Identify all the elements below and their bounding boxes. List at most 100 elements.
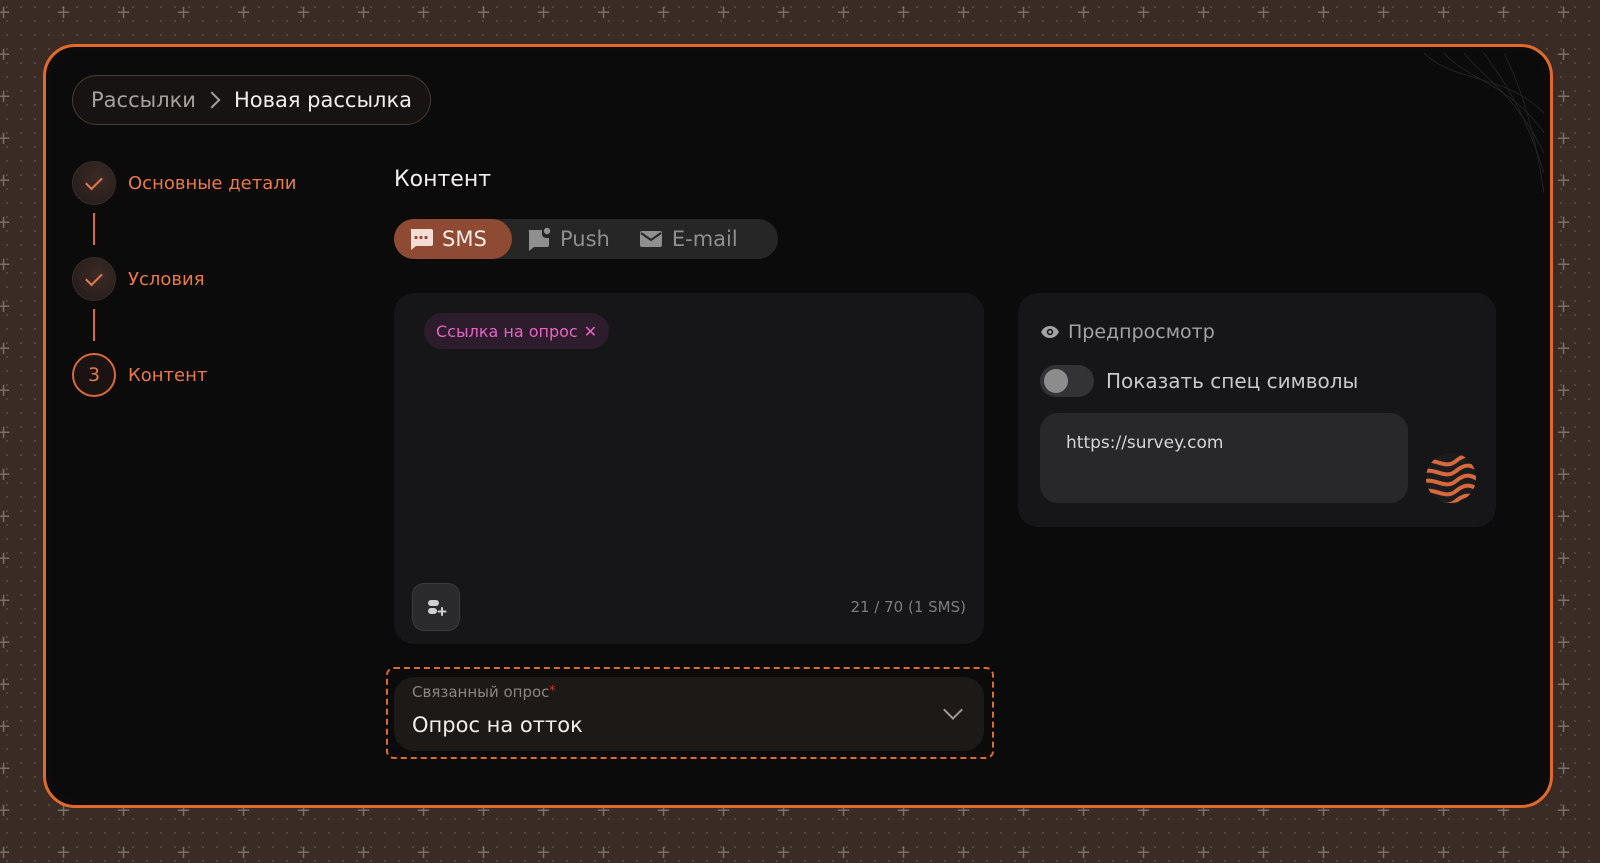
breadcrumb-current: Новая рассылка	[233, 88, 413, 112]
chevron-right-icon	[203, 91, 221, 109]
special-symbols-toggle[interactable]	[1040, 365, 1094, 397]
avatar-pattern	[1426, 453, 1476, 503]
plus-mark: +	[0, 128, 12, 149]
tab-sms[interactable]: SMS	[394, 219, 512, 259]
tab-email[interactable]: E-mail	[624, 219, 752, 259]
step-label: Контент	[128, 364, 208, 386]
plus-mark: +	[1556, 44, 1572, 65]
app-content: Рассылки Новая рассылка Основные детали …	[52, 53, 1544, 799]
plus-mark: +	[1556, 548, 1572, 569]
step-status-circle	[72, 161, 116, 205]
plus-mark: +	[176, 2, 192, 23]
plus-mark: +	[0, 800, 12, 821]
plus-mark: +	[1556, 212, 1572, 233]
plus-mark: +	[1556, 254, 1572, 275]
plus-mark: +	[836, 842, 852, 863]
plus-mark: +	[0, 548, 12, 569]
linked-survey-select[interactable]: Связанный опрос* Опрос на отток	[394, 677, 984, 751]
plus-mark: +	[296, 842, 312, 863]
plus-mark: +	[296, 2, 312, 23]
plus-mark: +	[0, 464, 12, 485]
message-bubble: https://survey.com	[1040, 413, 1408, 503]
plus-mark: +	[956, 842, 972, 863]
step-connector	[93, 309, 95, 341]
tab-label: Push	[560, 227, 610, 251]
plus-mark: +	[656, 842, 672, 863]
plus-mark: +	[1556, 170, 1572, 191]
preview-title: Предпросмотр	[1040, 321, 1215, 343]
survey-field-label: Связанный опрос*	[412, 683, 556, 701]
plus-mark: +	[1136, 2, 1152, 23]
plus-mark: +	[56, 842, 72, 863]
sms-icon	[410, 229, 433, 250]
plus-mark: +	[776, 2, 792, 23]
plus-mark: +	[1256, 2, 1272, 23]
plus-mark: +	[1556, 2, 1572, 23]
plus-mark: +	[716, 842, 732, 863]
plus-mark: +	[656, 2, 672, 23]
app-window: Рассылки Новая рассылка Основные детали …	[43, 44, 1553, 808]
plus-mark: +	[716, 2, 732, 23]
plus-mark: +	[1556, 296, 1572, 317]
eye-icon	[1041, 326, 1059, 338]
plus-mark: +	[1076, 842, 1092, 863]
plus-mark: +	[536, 842, 552, 863]
section-title: Контент	[394, 167, 492, 192]
character-counter: 21 / 70 (1 SMS)	[850, 598, 966, 616]
tab-label: SMS	[442, 227, 487, 251]
plus-mark: +	[0, 506, 12, 527]
message-text: https://survey.com	[1066, 433, 1224, 453]
variable-chip-survey-link[interactable]: Ссылка на опрос ✕	[424, 313, 610, 349]
step-conditions[interactable]: Условия	[72, 257, 372, 301]
step-basic-details[interactable]: Основные детали	[72, 161, 372, 205]
plus-mark: +	[116, 842, 132, 863]
chevron-down-icon[interactable]	[943, 700, 963, 720]
plus-mark: +	[1436, 2, 1452, 23]
check-icon	[85, 172, 103, 190]
plus-mark: +	[1016, 842, 1032, 863]
plus-mark: +	[1316, 842, 1332, 863]
plus-mark: +	[236, 842, 252, 863]
preview-panel: Предпросмотр Показать спец символы https…	[1018, 293, 1496, 527]
message-editor[interactable]: Ссылка на опрос ✕ 21 / 70 (1 SMS)	[394, 293, 984, 644]
add-variable-icon	[428, 600, 447, 616]
plus-mark: +	[596, 842, 612, 863]
plus-mark: +	[0, 44, 12, 65]
plus-mark: +	[0, 758, 12, 779]
plus-mark: +	[1556, 338, 1572, 359]
plus-mark: +	[836, 2, 852, 23]
plus-mark: +	[476, 842, 492, 863]
step-content[interactable]: 3 Контент	[72, 353, 372, 397]
plus-mark: +	[1316, 2, 1332, 23]
plus-mark: +	[1556, 716, 1572, 737]
plus-mark: +	[1016, 2, 1032, 23]
step-number-circle: 3	[72, 353, 116, 397]
plus-mark: +	[1556, 506, 1572, 527]
plus-mark: +	[956, 2, 972, 23]
plus-mark: +	[596, 2, 612, 23]
plus-mark: +	[776, 842, 792, 863]
step-connector	[93, 213, 95, 245]
plus-mark: +	[0, 296, 12, 317]
plus-mark: +	[1136, 842, 1152, 863]
survey-selected-value: Опрос на отток	[412, 713, 583, 737]
plus-mark: +	[1556, 86, 1572, 107]
plus-mark: +	[1196, 2, 1212, 23]
plus-mark: +	[176, 842, 192, 863]
plus-mark: +	[0, 212, 12, 233]
plus-mark: +	[1376, 2, 1392, 23]
plus-mark: +	[0, 632, 12, 653]
plus-mark: +	[0, 716, 12, 737]
plus-mark: +	[0, 86, 12, 107]
tab-push[interactable]: Push	[512, 219, 624, 259]
close-icon[interactable]: ✕	[584, 322, 597, 341]
plus-mark: +	[896, 2, 912, 23]
plus-mark: +	[416, 2, 432, 23]
decorative-lines	[1423, 53, 1544, 193]
plus-mark: +	[1436, 842, 1452, 863]
breadcrumb-link-mailings[interactable]: Рассылки	[91, 88, 196, 112]
add-variable-button[interactable]	[412, 583, 460, 631]
special-symbols-toggle-row: Показать спец символы	[1040, 365, 1358, 397]
plus-mark: +	[0, 674, 12, 695]
push-icon	[528, 227, 551, 251]
